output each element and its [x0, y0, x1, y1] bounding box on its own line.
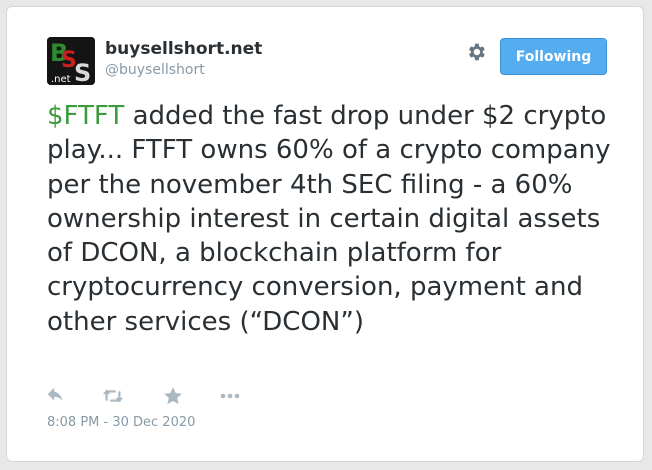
favorite-icon[interactable] [162, 385, 184, 407]
cashtag-link[interactable]: $FTFT [47, 101, 124, 131]
avatar-subtext: .net [51, 74, 71, 85]
display-name[interactable]: buysellshort.net [105, 39, 262, 59]
tweet-card: B S S .net buysellshort.net @buysellshor… [6, 6, 644, 462]
buysellshort-logo: B S S .net [47, 37, 95, 85]
user-handle[interactable]: @buysellshort [105, 62, 205, 78]
more-icon[interactable] [218, 385, 240, 407]
tweet-text: $FTFT added the fast drop under $2 crypt… [47, 99, 617, 339]
avatar[interactable]: B S S .net [47, 37, 95, 85]
tweet-body: added the fast drop under $2 crypto play… [47, 101, 611, 337]
following-button[interactable]: Following [500, 38, 607, 75]
retweet-icon[interactable] [101, 385, 124, 407]
reply-icon[interactable] [45, 385, 67, 407]
tweet-timestamp[interactable]: 8:08 PM - 30 Dec 2020 [47, 415, 195, 430]
gear-icon[interactable] [465, 41, 487, 63]
avatar-letter-s2: S [74, 59, 91, 85]
